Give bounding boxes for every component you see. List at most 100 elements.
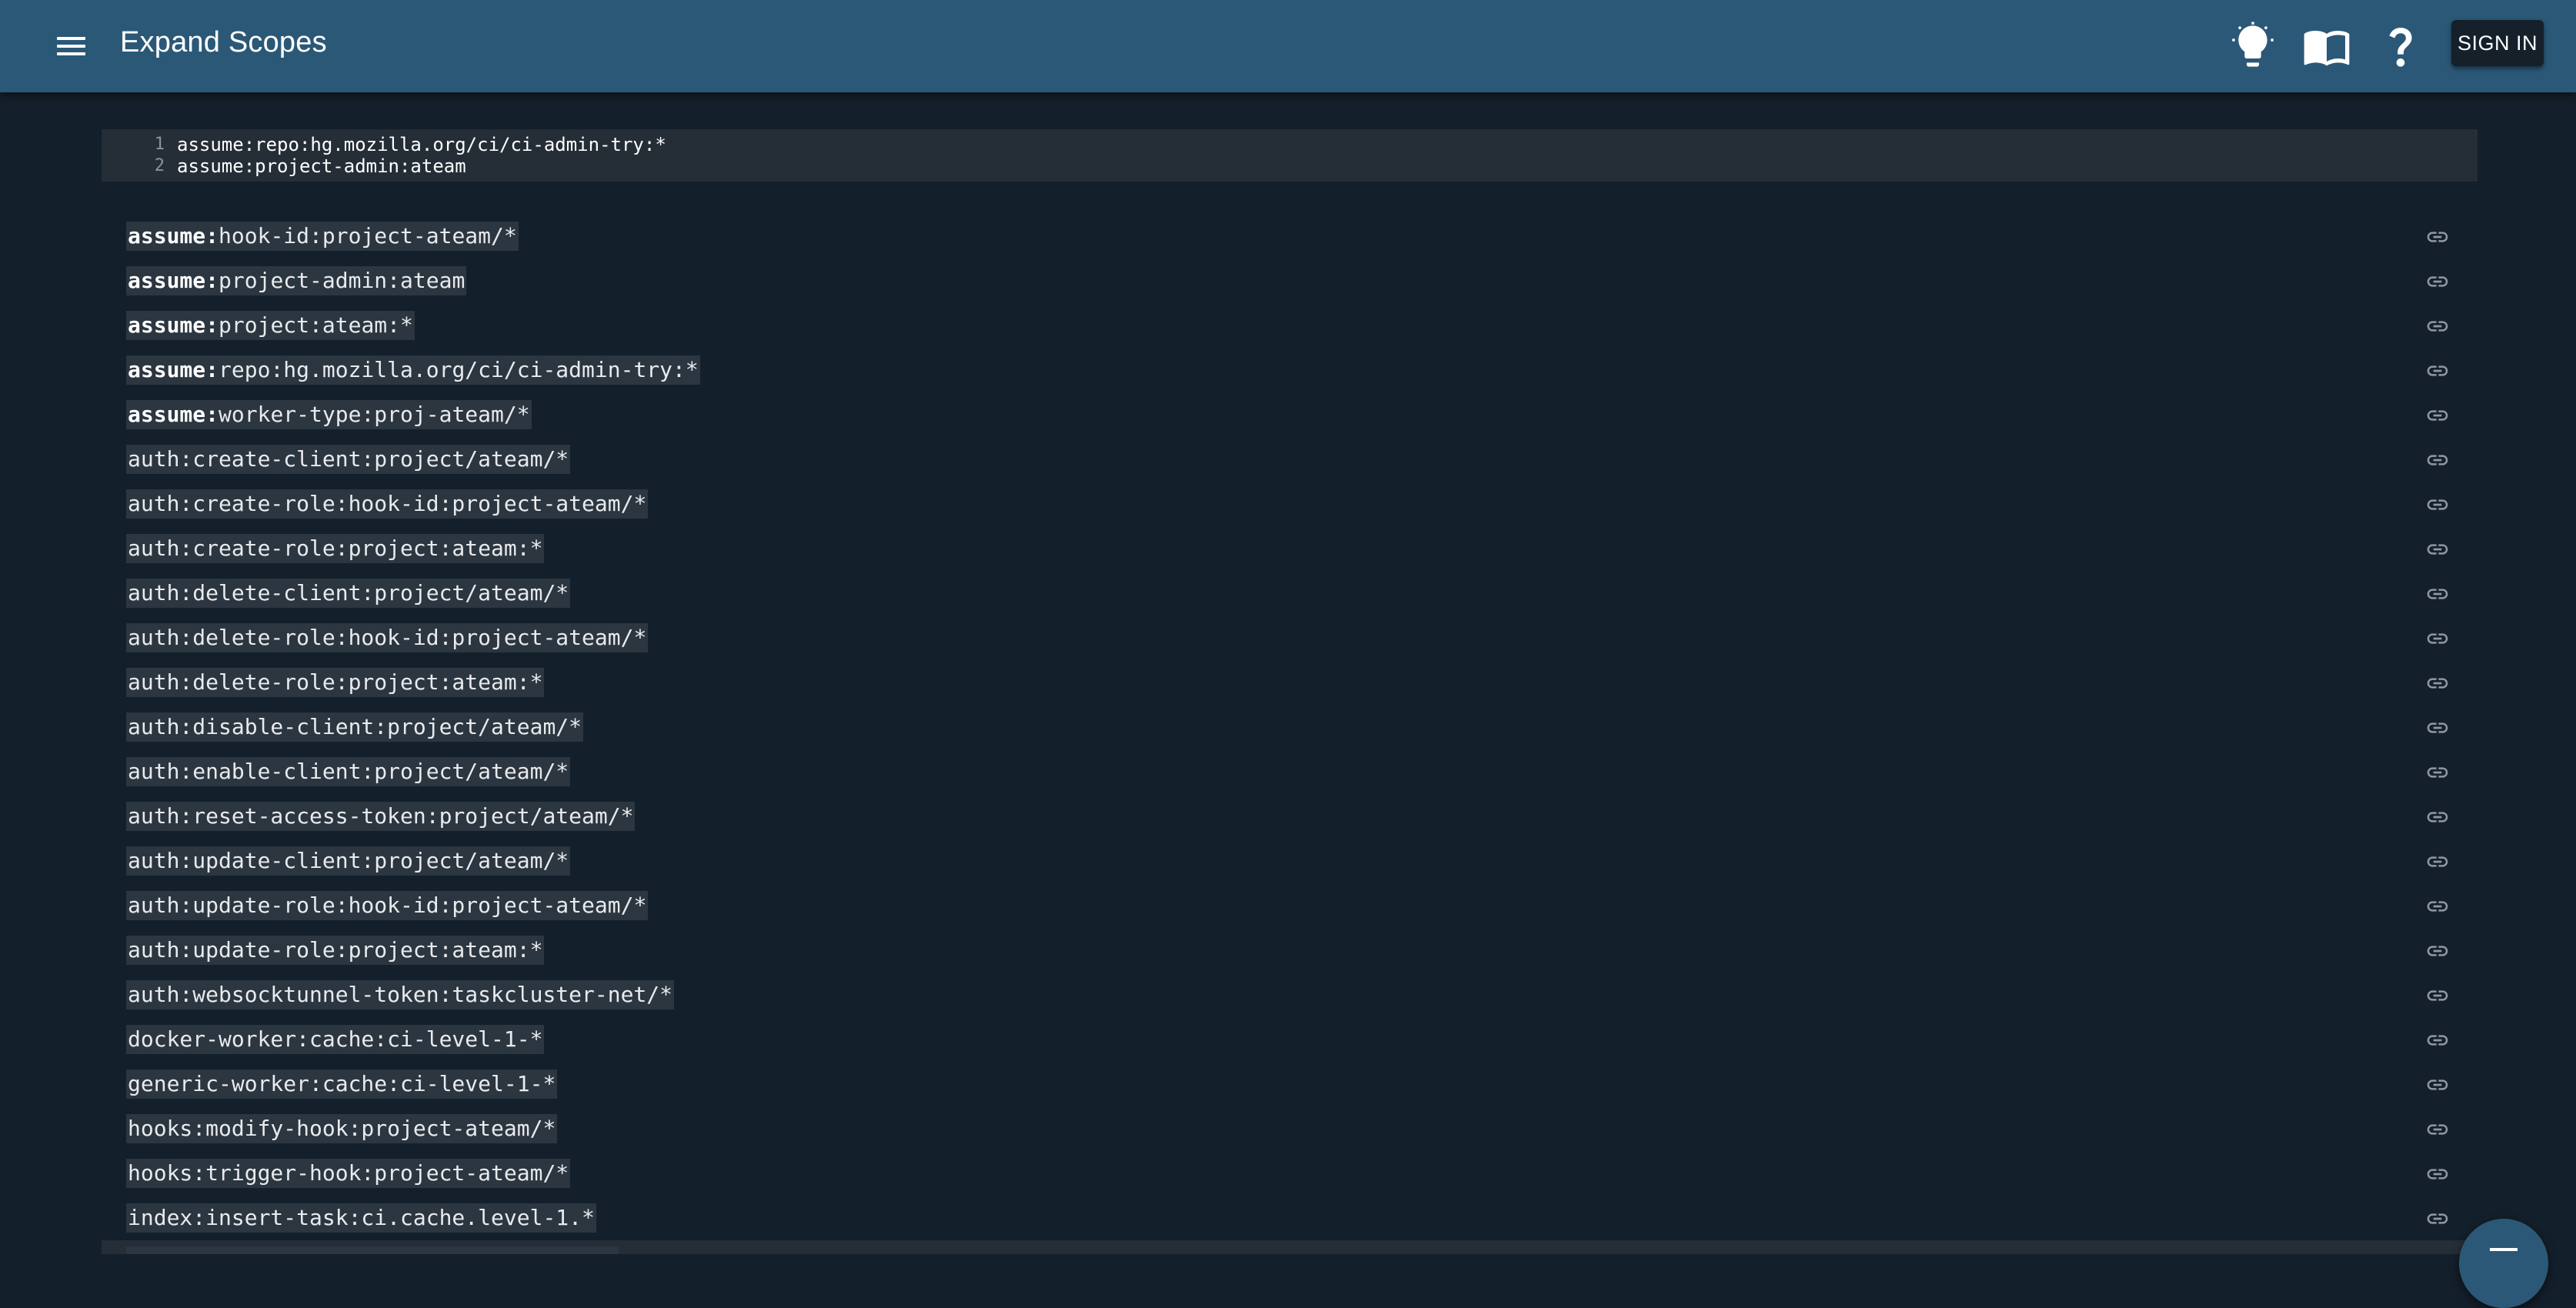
scope-value: generic-worker:cache:ci-level-1-* (128, 1071, 556, 1096)
link-icon[interactable] (2425, 492, 2450, 517)
scope-text: assume:project:ateam:* (126, 311, 415, 340)
scope-prefix: assume: (128, 402, 219, 427)
scope-value: auth:delete-client:project/ateam/* (128, 580, 569, 606)
link-icon[interactable] (2425, 1073, 2450, 1097)
link-icon[interactable] (2425, 448, 2450, 472)
table-row: auth:websocktunnel-token:taskcluster-net… (102, 973, 2478, 1017)
scope-text: assume:project-admin:ateam (126, 266, 467, 295)
scope-text: auth:delete-role:project:ateam:* (126, 668, 545, 697)
table-row: auth:delete-role:project:ateam:* (102, 660, 2478, 705)
scopes-editor[interactable]: 1 assume:repo:hg.mozilla.org/ci/ci-admin… (102, 129, 2478, 182)
link-icon[interactable] (2425, 894, 2450, 919)
menu-icon[interactable] (48, 23, 94, 69)
scope-text: assume:worker-type:proj-ateam/* (126, 400, 532, 429)
scope-text: auth:websocktunnel-token:taskcluster-net… (126, 980, 675, 1009)
scope-text: auth:reset-access-token:project/ateam/* (126, 802, 636, 831)
scope-text: auth:update-role:hook-id:project-ateam/* (126, 891, 649, 920)
table-row: auth:create-role:project:ateam:* (102, 526, 2478, 571)
scope-text: docker-worker:cache:ci-level-1-* (126, 1025, 545, 1054)
scope-value: hook-id:project-ateam/* (219, 223, 517, 249)
table-row: auth:enable-client:project/ateam/* (102, 749, 2478, 794)
speed-dial-button[interactable] (2459, 1219, 2548, 1308)
link-icon[interactable] (2425, 983, 2450, 1008)
link-icon[interactable] (2425, 1162, 2450, 1186)
scope-value: auth:disable-client:project/ateam/* (128, 714, 582, 739)
table-row: auth:delete-client:project/ateam/* (102, 571, 2478, 616)
scope-value: index:insert-task:ci.cache.level-1.* (128, 1205, 595, 1230)
link-icon[interactable] (2425, 314, 2450, 339)
scope-value: auth:update-role:hook-id:project-ateam/* (128, 893, 647, 918)
link-icon[interactable] (2425, 939, 2450, 963)
table-row: auth:reset-access-token:project/ateam/* (102, 794, 2478, 839)
table-row: generic-worker:cache:ci-level-1-* (102, 1062, 2478, 1106)
table-row: docker-worker:cache:ci-level-1-* (102, 1017, 2478, 1062)
table-row: assume:repo:hg.mozilla.org/ci/ci-admin-t… (102, 348, 2478, 392)
link-icon[interactable] (2425, 1117, 2450, 1142)
table-row: assume:project:ateam:* (102, 303, 2478, 348)
link-icon[interactable] (2425, 537, 2450, 562)
scope-value: repo:hg.mozilla.org/ci/ci-admin-try:* (219, 357, 699, 382)
scope-prefix: assume: (128, 312, 219, 338)
line-number: 1 (154, 135, 165, 154)
scope-value: auth:reset-access-token:project/ateam/* (128, 803, 634, 829)
scope-value: auth:create-role:hook-id:project-ateam/* (128, 491, 647, 516)
table-row: auth:update-role:project:ateam:* (102, 928, 2478, 973)
table-row: auth:disable-client:project/ateam/* (102, 705, 2478, 749)
editor-line-text[interactable]: assume:project-admin:ateam (177, 155, 466, 177)
link-icon[interactable] (2425, 760, 2450, 785)
line-number: 2 (154, 156, 165, 175)
book-icon[interactable] (2302, 22, 2351, 71)
scope-value: hooks:trigger-hook:project-ateam/* (128, 1160, 569, 1186)
scope-value: worker-type:proj-ateam/* (219, 402, 530, 427)
link-icon[interactable] (2425, 849, 2450, 874)
link-icon[interactable] (2425, 1028, 2450, 1053)
scope-value: auth:delete-role:project:ateam:* (128, 669, 543, 695)
sign-in-button[interactable]: SIGN IN (2451, 20, 2544, 66)
page-title: Expand Scopes (120, 26, 327, 58)
app-bar: Expand Scopes SIGN IN (0, 0, 2576, 92)
link-icon[interactable] (2425, 582, 2450, 606)
scope-text: hooks:trigger-hook:project-ateam/* (126, 1159, 571, 1188)
scope-prefix: assume: (128, 357, 219, 382)
scope-text: auth:update-role:project:ateam:* (126, 936, 545, 965)
table-row: assume:worker-type:proj-ateam/* (102, 392, 2478, 437)
scope-prefix: assume: (128, 268, 219, 293)
scope-value: project:ateam:* (219, 312, 413, 338)
editor-line-text[interactable]: assume:repo:hg.mozilla.org/ci/ci-admin-t… (177, 134, 666, 155)
editor-line: 1 assume:repo:hg.mozilla.org/ci/ci-admin… (102, 134, 2478, 155)
table-row: assume:project-admin:ateam (102, 259, 2478, 303)
link-icon[interactable] (2425, 805, 2450, 829)
scope-text: auth:disable-client:project/ateam/* (126, 712, 584, 742)
table-row (102, 1240, 2478, 1254)
scope-text: auth:delete-role:hook-id:project-ateam/* (126, 623, 649, 652)
table-row: index:insert-task:ci.cache.level-1.* (102, 1196, 2478, 1240)
scope-value: docker-worker:cache:ci-level-1-* (128, 1026, 543, 1052)
link-icon[interactable] (2425, 1206, 2450, 1231)
scope-text: assume:repo:hg.mozilla.org/ci/ci-admin-t… (126, 355, 700, 385)
editor-line: 2 assume:project-admin:ateam (102, 155, 2478, 177)
scope-value: auth:update-role:project:ateam:* (128, 937, 543, 963)
help-icon[interactable] (2376, 22, 2425, 71)
link-icon[interactable] (2425, 671, 2450, 696)
scope-value: auth:delete-role:hook-id:project-ateam/* (128, 625, 647, 650)
scope-text: auth:create-client:project/ateam/* (126, 445, 571, 474)
scope-text-partial (126, 1246, 619, 1254)
table-row: auth:update-client:project/ateam/* (102, 839, 2478, 883)
table-row: assume:hook-id:project-ateam/* (102, 214, 2478, 259)
table-row: auth:create-role:hook-id:project-ateam/* (102, 482, 2478, 526)
scope-text: hooks:modify-hook:project-ateam/* (126, 1114, 558, 1143)
table-row: auth:create-client:project/ateam/* (102, 437, 2478, 482)
link-icon[interactable] (2425, 403, 2450, 428)
link-icon[interactable] (2425, 269, 2450, 294)
link-icon[interactable] (2425, 716, 2450, 740)
link-icon[interactable] (2425, 626, 2450, 651)
menu-icon (2490, 1248, 2518, 1251)
lightbulb-icon[interactable] (2228, 22, 2277, 71)
link-icon[interactable] (2425, 359, 2450, 383)
scope-text: auth:delete-client:project/ateam/* (126, 579, 571, 608)
scope-text: generic-worker:cache:ci-level-1-* (126, 1069, 558, 1099)
link-icon[interactable] (2425, 225, 2450, 249)
scope-value: project-admin:ateam (219, 268, 465, 293)
table-row: auth:delete-role:hook-id:project-ateam/* (102, 616, 2478, 660)
scope-value: hooks:modify-hook:project-ateam/* (128, 1116, 556, 1141)
